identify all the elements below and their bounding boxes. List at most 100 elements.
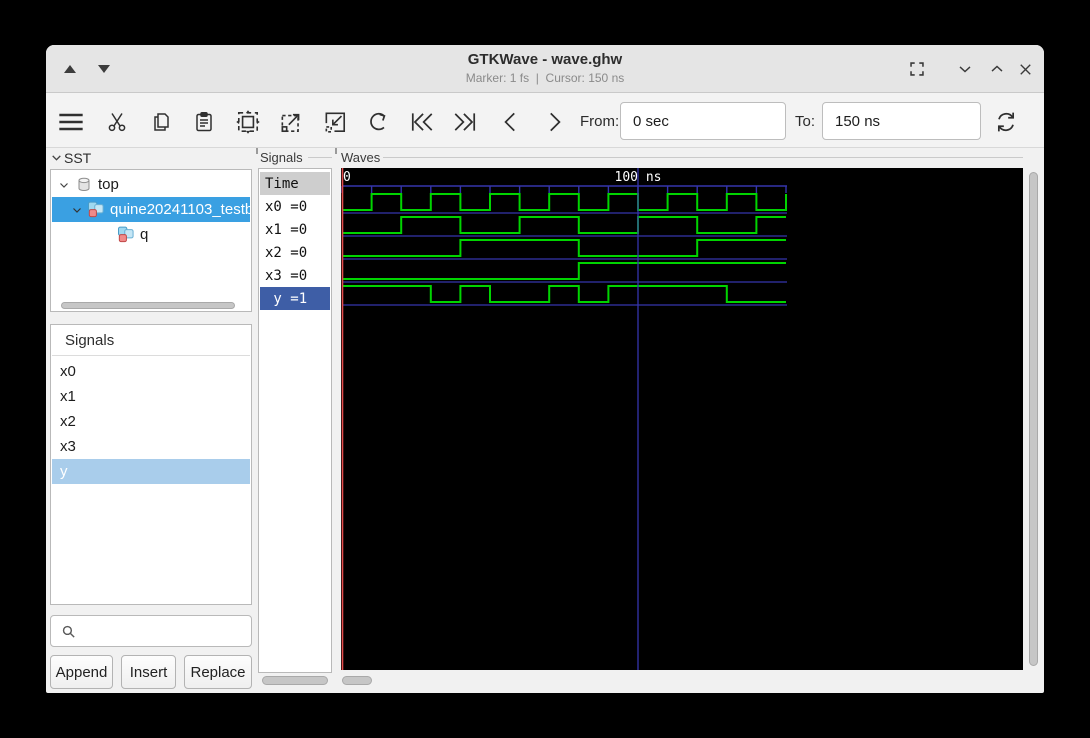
- waveform-plot[interactable]: 0 100 ns: [341, 168, 1023, 670]
- values-hscrollbar[interactable]: [262, 676, 328, 685]
- tree-row-testbench[interactable]: quine20241103_testben: [52, 197, 250, 222]
- wave-trace-x1: [342, 216, 786, 234]
- zoom-fit-button[interactable]: [234, 108, 262, 136]
- signal-list-panel: Signals x0 x1 x2 x3 y: [50, 324, 252, 605]
- value-row-x0[interactable]: x0 =0: [260, 195, 330, 218]
- chevron-down-icon: [955, 59, 975, 79]
- from-label: From:: [580, 113, 620, 130]
- wave-trace-x3: [342, 262, 786, 280]
- value-row-x3[interactable]: x3 =0: [260, 264, 330, 287]
- gtkwave-window: GTKWave - wave.ghw Marker: 1 fs | Cursor…: [46, 45, 1044, 693]
- pane-splitter-left[interactable]: [256, 148, 258, 154]
- shift-right-icon: [541, 109, 567, 135]
- tree-row-q[interactable]: q: [52, 222, 250, 247]
- values-frame-line: [308, 157, 332, 158]
- close-icon: [1016, 60, 1035, 79]
- wave-canvas[interactable]: 0 100 ns: [341, 168, 1023, 670]
- zoom-fit-icon: [235, 109, 261, 135]
- list-item-label: x1: [60, 388, 76, 405]
- module-icon: [74, 175, 94, 195]
- list-item-label: y: [60, 463, 68, 480]
- fast-forward-button[interactable]: [451, 108, 479, 136]
- search-icon: [60, 623, 77, 640]
- undo-icon: [365, 109, 391, 135]
- pane-splitter-right[interactable]: [335, 148, 337, 154]
- insert-button[interactable]: Insert: [121, 655, 176, 689]
- to-label: To:: [795, 113, 816, 130]
- wave-trace-x2: [342, 239, 786, 257]
- fast-backward-button[interactable]: [408, 108, 436, 136]
- minimize-button[interactable]: [949, 45, 981, 93]
- expander-icon[interactable]: [56, 179, 72, 191]
- tree-hscrollbar[interactable]: [61, 302, 235, 309]
- signal-list-header: Signals: [52, 326, 250, 356]
- shift-left-icon: [498, 109, 524, 135]
- value-row-y[interactable]: y =1: [260, 287, 330, 310]
- search-input[interactable]: [81, 617, 249, 645]
- zoom-out-button[interactable]: [321, 108, 349, 136]
- paste-button[interactable]: [190, 108, 218, 136]
- tree-item-label: q: [140, 226, 149, 243]
- window-subtitle: Marker: 1 fs | Cursor: 150 ns: [465, 71, 625, 85]
- time-header[interactable]: Time: [260, 172, 330, 195]
- shade-down-icon: [98, 65, 110, 73]
- copy-button[interactable]: [147, 108, 175, 136]
- cut-button[interactable]: [103, 108, 131, 136]
- copy-icon: [149, 110, 173, 134]
- values-frame-label: Signals: [260, 150, 303, 165]
- menu-icon: [57, 108, 85, 136]
- instance-icon: [86, 200, 106, 220]
- zoom-in-button[interactable]: [277, 108, 305, 136]
- value-row-x2[interactable]: x2 =0: [260, 241, 330, 264]
- timeline-label: 0: [343, 170, 351, 185]
- list-item-label: x0: [60, 363, 76, 380]
- toolbar: From: To:: [46, 93, 1044, 148]
- close-button[interactable]: [1009, 45, 1041, 93]
- replace-button[interactable]: Replace: [184, 655, 252, 689]
- cut-icon: [105, 110, 129, 134]
- expander-icon[interactable]: [70, 204, 84, 216]
- chevron-up-icon: [987, 59, 1007, 79]
- wave-trace-y: [342, 285, 786, 303]
- paste-icon: [192, 110, 216, 134]
- zoom-in-icon: [278, 109, 304, 135]
- window-title: GTKWave - wave.ghw: [467, 51, 623, 68]
- from-input[interactable]: [620, 102, 786, 140]
- fullscreen-icon: [906, 58, 928, 80]
- value-row-x1[interactable]: x1 =0: [260, 218, 330, 241]
- wave-trace-x0: [342, 193, 787, 211]
- sst-collapse-icon[interactable]: [50, 151, 63, 164]
- shade-up-button[interactable]: [54, 45, 86, 93]
- list-item-x3[interactable]: x3: [52, 434, 250, 459]
- waves-vscrollbar[interactable]: [1029, 172, 1038, 666]
- fullscreen-button[interactable]: [901, 45, 933, 93]
- reload-icon: [993, 109, 1019, 135]
- titlebar[interactable]: GTKWave - wave.ghw Marker: 1 fs | Cursor…: [46, 45, 1044, 93]
- sst-label: SST: [64, 150, 92, 166]
- append-button[interactable]: Append: [50, 655, 113, 689]
- sst-tree: top quine20241103_testben: [50, 169, 252, 312]
- waves-frame-label: Waves: [341, 150, 381, 165]
- list-item-x0[interactable]: x0: [52, 359, 250, 384]
- zoom-out-icon: [322, 109, 348, 135]
- list-item-label: x3: [60, 438, 76, 455]
- list-item-label: x2: [60, 413, 76, 430]
- undo-button[interactable]: [364, 108, 392, 136]
- to-input[interactable]: [822, 102, 981, 140]
- menu-button[interactable]: [57, 108, 85, 136]
- shift-right-button[interactable]: [540, 108, 568, 136]
- waves-hscrollbar[interactable]: [342, 676, 372, 685]
- shift-left-button[interactable]: [497, 108, 525, 136]
- values-panel: Time x0 =0 x1 =0 x2 =0 x3 =0 y =1: [258, 168, 332, 673]
- tree-item-label: quine20241103_testben: [110, 201, 250, 218]
- instance-icon: [116, 225, 136, 245]
- list-item-x1[interactable]: x1: [52, 384, 250, 409]
- tree-row-top[interactable]: top: [52, 172, 250, 197]
- shade-down-button[interactable]: [88, 45, 120, 93]
- list-item-x2[interactable]: x2: [52, 409, 250, 434]
- reload-button[interactable]: [992, 108, 1020, 136]
- tree-item-label: top: [98, 176, 119, 193]
- shade-up-icon: [64, 65, 76, 73]
- list-item-y[interactable]: y: [52, 459, 250, 484]
- search-box[interactable]: [50, 615, 252, 647]
